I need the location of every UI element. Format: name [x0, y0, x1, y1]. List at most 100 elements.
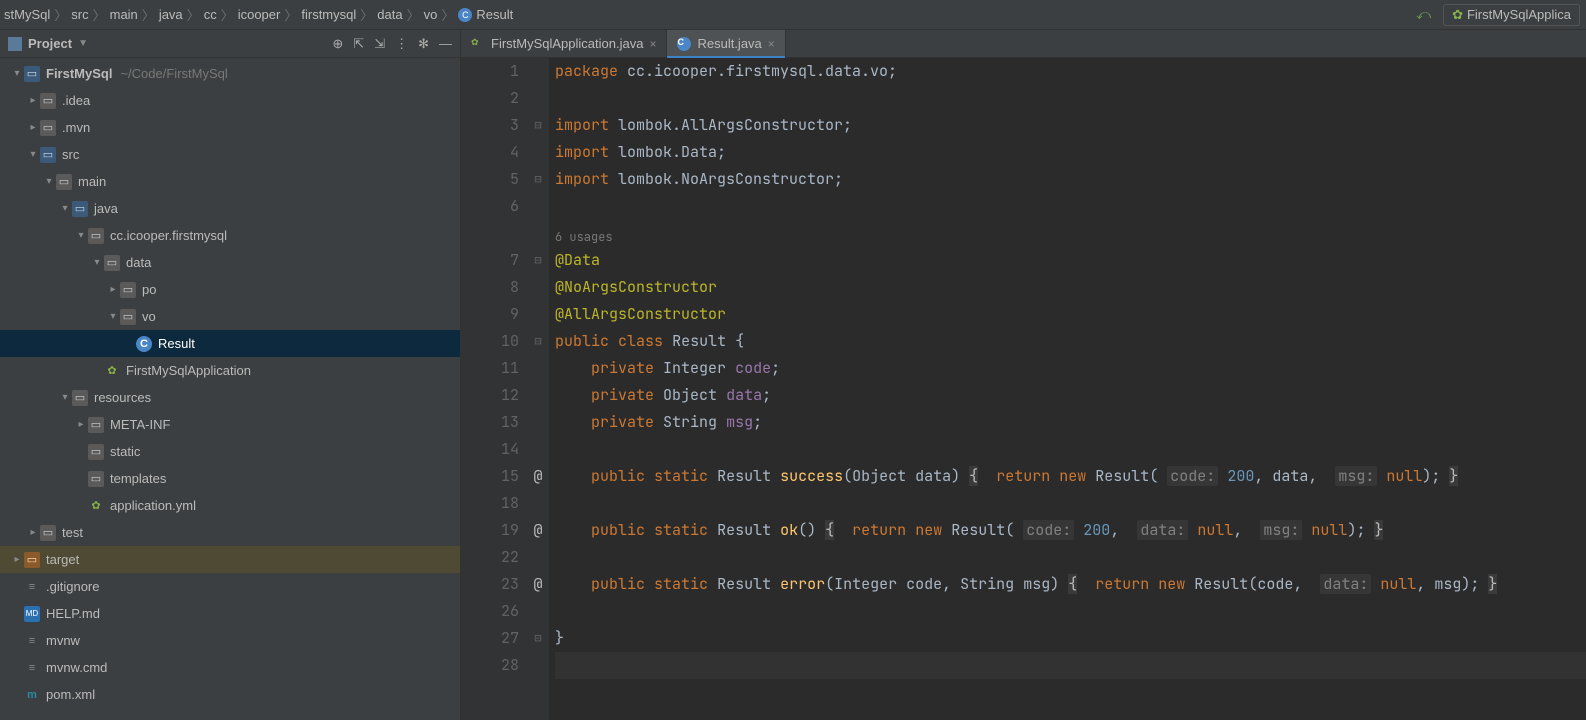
line-number[interactable]: 14 [461, 436, 519, 463]
gutter-mark[interactable]: @ [527, 463, 549, 490]
show-options-icon[interactable]: ⋮ [395, 36, 408, 52]
breadcrumb-item[interactable]: data [377, 7, 402, 22]
chevron-down-icon[interactable]: ▾ [58, 392, 72, 403]
close-icon[interactable]: × [768, 37, 775, 51]
tree-row[interactable]: ▸▭po [0, 276, 460, 303]
line-number[interactable]: 2 [461, 85, 519, 112]
code-line[interactable]: import lombok.NoArgsConstructor; [555, 166, 1586, 193]
code-line[interactable] [555, 544, 1586, 571]
code-line[interactable]: public class Result { [555, 328, 1586, 355]
settings-icon[interactable]: ✻ [418, 36, 429, 52]
gutter-mark[interactable] [527, 274, 549, 301]
tree-row[interactable]: ▸✿application.yml [0, 492, 460, 519]
hide-icon[interactable]: — [439, 36, 452, 51]
gutter-mark[interactable] [527, 544, 549, 571]
gutter-mark[interactable] [527, 220, 549, 247]
code-line[interactable]: import lombok.AllArgsConstructor; [555, 112, 1586, 139]
code-line[interactable] [555, 598, 1586, 625]
breadcrumb-item[interactable]: main [110, 7, 138, 22]
tree-row[interactable]: ▾▭resources [0, 384, 460, 411]
code-line[interactable]: @NoArgsConstructor [555, 274, 1586, 301]
chevron-down-icon[interactable]: ▾ [58, 203, 72, 214]
gutter-mark[interactable]: ⊟ [527, 328, 549, 355]
editor-tab[interactable]: CResult.java× [667, 30, 785, 57]
gutter[interactable]: 12345678910111213141518192223262728 [461, 58, 527, 720]
chevron-right-icon[interactable]: ▸ [74, 419, 88, 430]
line-number[interactable]: 23 [461, 571, 519, 598]
code-line[interactable]: @Data [555, 247, 1586, 274]
code-line[interactable]: public static Result error(Integer code,… [555, 571, 1586, 598]
gutter-mark[interactable] [527, 58, 549, 85]
line-number[interactable]: 4 [461, 139, 519, 166]
build-icon[interactable]: ⤺ [1416, 6, 1431, 23]
chevron-right-icon[interactable]: ▸ [26, 95, 40, 106]
tree-row[interactable]: ▸▭.idea [0, 87, 460, 114]
tree-row[interactable]: ▸✿FirstMySqlApplication [0, 357, 460, 384]
line-number[interactable]: 1 [461, 58, 519, 85]
chevron-right-icon[interactable]: ▸ [26, 527, 40, 538]
line-number[interactable]: 8 [461, 274, 519, 301]
gutter-mark[interactable] [527, 409, 549, 436]
code-line[interactable] [555, 193, 1586, 220]
gutter-mark[interactable] [527, 652, 549, 679]
tree-row[interactable]: ▸≡mvnw [0, 627, 460, 654]
gutter-mark[interactable]: ⊟ [527, 112, 549, 139]
run-config-selector[interactable]: ✿ FirstMySqlApplica [1443, 4, 1580, 26]
gutter-mark[interactable] [527, 382, 549, 409]
line-number[interactable]: 13 [461, 409, 519, 436]
tree-row[interactable]: ▾▭vo [0, 303, 460, 330]
chevron-right-icon[interactable]: ▸ [10, 554, 24, 565]
tree-row[interactable]: ▾▭cc.icooper.firstmysql [0, 222, 460, 249]
line-number[interactable]: 10 [461, 328, 519, 355]
breadcrumb-item[interactable]: java [159, 7, 183, 22]
line-number[interactable]: 28 [461, 652, 519, 679]
chevron-right-icon[interactable]: ▸ [106, 284, 120, 295]
line-number[interactable]: 11 [461, 355, 519, 382]
expand-all-icon[interactable]: ⇱ [353, 36, 364, 52]
line-number[interactable]: 19 [461, 517, 519, 544]
code-line[interactable]: } [555, 625, 1586, 652]
code-line[interactable]: import lombok.Data; [555, 139, 1586, 166]
breadcrumb-item[interactable]: CResult [458, 7, 513, 22]
editor[interactable]: 12345678910111213141518192223262728 ⊟⊟⊟⊟… [461, 58, 1586, 720]
gutter-mark[interactable]: ⊟ [527, 166, 549, 193]
tree-row[interactable]: ▾▭FirstMySql~/Code/FirstMySql [0, 60, 460, 87]
tree-row[interactable]: ▸mpom.xml [0, 681, 460, 708]
line-number[interactable]: 7 [461, 247, 519, 274]
gutter-mark[interactable] [527, 85, 549, 112]
code-line[interactable]: private String msg; [555, 409, 1586, 436]
breadcrumb-item[interactable]: src [71, 7, 88, 22]
breadcrumb[interactable]: stMySql〉src〉main〉java〉cc〉icooper〉firstmy… [4, 5, 513, 24]
code-line[interactable] [555, 436, 1586, 463]
gutter-mark[interactable]: @ [527, 571, 549, 598]
breadcrumb-item[interactable]: vo [424, 7, 438, 22]
tree-row[interactable]: ▸▭templates [0, 465, 460, 492]
line-number[interactable]: 5 [461, 166, 519, 193]
select-opened-file-icon[interactable]: ⊕ [332, 36, 343, 52]
gutter-mark[interactable]: ⊟ [527, 625, 549, 652]
code-line[interactable]: @AllArgsConstructor [555, 301, 1586, 328]
line-number[interactable] [461, 220, 519, 247]
chevron-down-icon[interactable]: ▾ [74, 230, 88, 241]
tree-row[interactable]: ▾▭src [0, 141, 460, 168]
tree-row[interactable]: ▸CResult [0, 330, 460, 357]
tree-row[interactable]: ▸▭test [0, 519, 460, 546]
gutter-mark[interactable] [527, 301, 549, 328]
tree-row[interactable]: ▸▭target [0, 546, 460, 573]
code-line[interactable]: private Object data; [555, 382, 1586, 409]
breadcrumb-item[interactable]: firstmysql [301, 7, 356, 22]
gutter-mark[interactable]: @ [527, 517, 549, 544]
tree-row[interactable]: ▸▭static [0, 438, 460, 465]
tree-row[interactable]: ▾▭main [0, 168, 460, 195]
code-line[interactable]: private Integer code; [555, 355, 1586, 382]
tree-row[interactable]: ▸≡mvnw.cmd [0, 654, 460, 681]
gutter-mark[interactable] [527, 193, 549, 220]
code-line[interactable] [555, 490, 1586, 517]
breadcrumb-item[interactable]: icooper [238, 7, 281, 22]
line-number[interactable]: 15 [461, 463, 519, 490]
tree-row[interactable]: ▸MDHELP.md [0, 600, 460, 627]
tree-row[interactable]: ▸≡.gitignore [0, 573, 460, 600]
project-tree[interactable]: ▾▭FirstMySql~/Code/FirstMySql▸▭.idea▸▭.m… [0, 58, 460, 720]
line-number[interactable]: 6 [461, 193, 519, 220]
chevron-down-icon[interactable]: ▾ [26, 149, 40, 160]
